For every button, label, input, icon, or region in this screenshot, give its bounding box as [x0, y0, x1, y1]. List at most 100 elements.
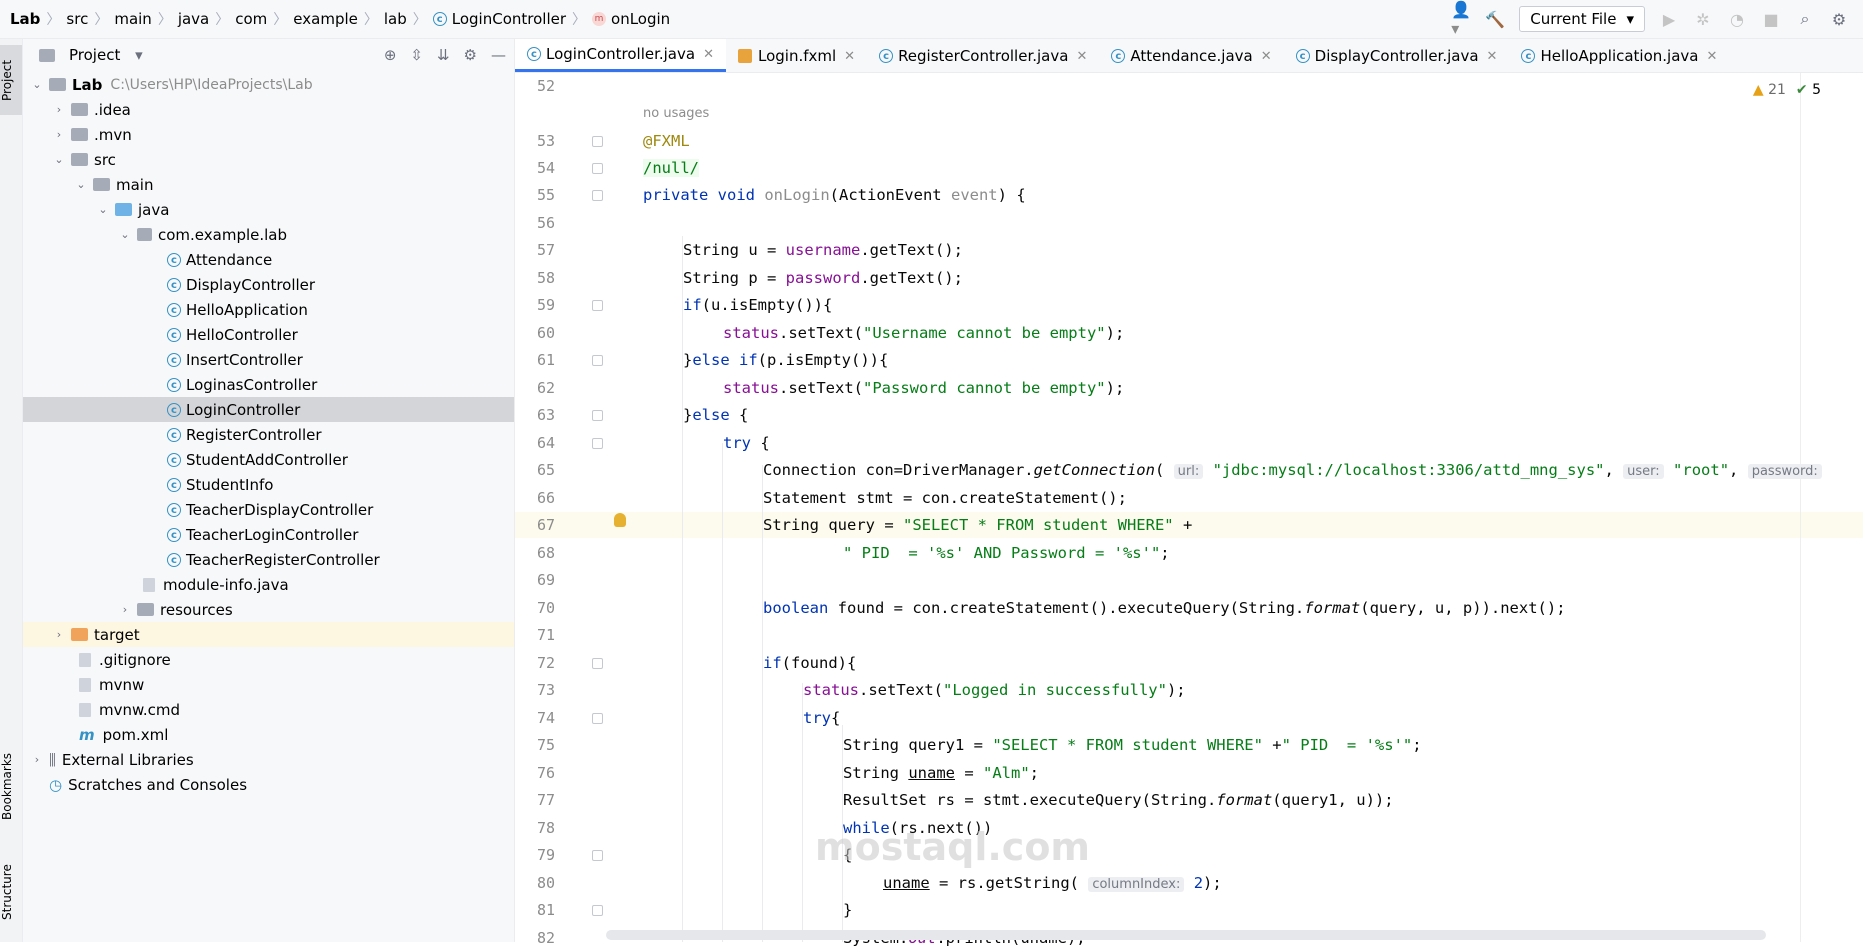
tree-item-package[interactable]: ⌄ com.example.lab — [23, 222, 514, 247]
tree-item-mvnw[interactable]: mvnw — [23, 672, 514, 697]
fold-marker-icon[interactable] — [592, 136, 603, 147]
code-line[interactable]: String query = "SELECT * FROM student WH… — [763, 516, 1192, 534]
inspection-widget[interactable]: ▲ 21 ✔ 5 — [1753, 82, 1821, 98]
tree-item-class[interactable]: c InsertController — [23, 347, 514, 372]
tree-item-class[interactable]: c HelloApplication — [23, 297, 514, 322]
breadcrumb-item-src[interactable]: src — [66, 10, 88, 28]
code-line[interactable]: Statement stmt = con.createStatement(); — [763, 489, 1127, 507]
fold-marker-icon[interactable] — [592, 438, 603, 449]
code-line[interactable]: private void onLogin(ActionEvent event) … — [643, 186, 1026, 204]
fold-marker-icon[interactable] — [592, 163, 603, 174]
breadcrumb-item-method[interactable]: m onLogin — [592, 10, 670, 28]
code-line[interactable]: if(found){ — [763, 654, 856, 672]
tab-hello-application[interactable]: c HelloApplication.java ✕ — [1509, 40, 1729, 72]
breadcrumb-item-class[interactable]: c LoginController — [432, 10, 566, 28]
breadcrumb-item-example[interactable]: example — [293, 10, 358, 28]
tree-item-class-selected[interactable]: c LoginController — [23, 397, 514, 422]
chevron-right-icon[interactable]: › — [51, 103, 67, 116]
tree-item-external-libraries[interactable]: › ⫼ External Libraries — [23, 747, 514, 772]
tree-item-class[interactable]: c TeacherLoginController — [23, 522, 514, 547]
close-icon[interactable]: ✕ — [703, 47, 714, 62]
chevron-down-icon[interactable]: ⌄ — [117, 228, 133, 241]
code-line[interactable]: status.setText("Username cannot be empty… — [723, 324, 1124, 342]
tree-item-mvnw-cmd[interactable]: mvnw.cmd — [23, 697, 514, 722]
fold-marker-icon[interactable] — [592, 850, 603, 861]
expand-all-icon[interactable]: ⇳ — [410, 46, 423, 64]
tool-tab-bookmarks[interactable]: Bookmarks — [0, 739, 22, 834]
tree-item-class[interactable]: c StudentInfo — [23, 472, 514, 497]
chevron-right-icon[interactable]: › — [51, 128, 67, 141]
run-icon[interactable]: ▶ — [1659, 9, 1679, 29]
chevron-down-icon[interactable]: ⌄ — [29, 78, 45, 91]
breadcrumb-item-project[interactable]: Lab — [10, 10, 40, 28]
tree-item-class[interactable]: c DisplayController — [23, 272, 514, 297]
tree-item-gitignore[interactable]: .gitignore — [23, 647, 514, 672]
tree-item-resources[interactable]: › resources — [23, 597, 514, 622]
tree-item-class[interactable]: c StudentAddController — [23, 447, 514, 472]
search-icon[interactable]: ⌕ — [1795, 9, 1815, 29]
tree-item-class[interactable]: c TeacherRegisterController — [23, 547, 514, 572]
chevron-right-icon[interactable]: › — [117, 603, 133, 616]
hide-icon[interactable]: — — [491, 46, 506, 64]
breadcrumb-item-main[interactable]: main — [114, 10, 151, 28]
code-line[interactable]: Connection con=DriverManager.getConnecti… — [763, 461, 1822, 479]
tree-item-class[interactable]: c LoginasController — [23, 372, 514, 397]
tool-tab-structure[interactable]: Structure — [0, 851, 22, 933]
close-icon[interactable]: ✕ — [1076, 49, 1087, 64]
chevron-down-icon[interactable]: ⌄ — [95, 203, 111, 216]
breadcrumb-item-lab[interactable]: lab — [384, 10, 407, 28]
code-line[interactable]: boolean found = con.createStatement().ex… — [763, 599, 1566, 617]
locate-icon[interactable]: ⊕ — [384, 46, 397, 64]
tree-item-idea[interactable]: › .idea — [23, 97, 514, 122]
lightbulb-icon[interactable] — [614, 513, 626, 527]
chevron-right-icon[interactable]: › — [51, 628, 67, 641]
code-line[interactable]: try{ — [803, 709, 840, 727]
coverage-icon[interactable]: ◔ — [1727, 9, 1747, 29]
tab-login-controller[interactable]: c LoginController.java ✕ — [515, 39, 726, 72]
tab-display-controller[interactable]: c DisplayController.java ✕ — [1284, 40, 1510, 72]
fold-marker-icon[interactable] — [592, 355, 603, 366]
fold-marker-icon[interactable] — [592, 905, 603, 916]
horizontal-scrollbar[interactable] — [606, 930, 1766, 940]
code-line[interactable]: status.setText("Password cannot be empty… — [723, 379, 1124, 397]
usages-hint[interactable]: no usages — [643, 106, 709, 121]
code-line[interactable]: String query1 = "SELECT * FROM student W… — [843, 736, 1422, 754]
debug-icon[interactable]: ✲ — [1693, 9, 1713, 29]
code-line[interactable]: String uname = "Alm"; — [843, 764, 1039, 782]
close-icon[interactable]: ✕ — [1487, 49, 1498, 64]
fold-marker-icon[interactable] — [592, 713, 603, 724]
tree-item-class[interactable]: c HelloController — [23, 322, 514, 347]
tree-item-class[interactable]: c Attendance — [23, 247, 514, 272]
tree-item-src[interactable]: ⌄ src — [23, 147, 514, 172]
settings-icon[interactable]: ⚙ — [1829, 9, 1849, 29]
tree-item-class[interactable]: c RegisterController — [23, 422, 514, 447]
warnings-indicator[interactable]: ▲ 21 — [1753, 82, 1786, 98]
tree-item-class[interactable]: c TeacherDisplayController — [23, 497, 514, 522]
fold-marker-icon[interactable] — [592, 190, 603, 201]
code-line[interactable]: status.setText("Logged in successfully")… — [803, 681, 1186, 699]
tree-item-root[interactable]: ⌄ Lab C:\Users\HP\IdeaProjects\Lab — [23, 72, 514, 97]
collapse-all-icon[interactable]: ⇊ — [437, 46, 450, 64]
code-line[interactable]: }else if(p.isEmpty()){ — [683, 351, 888, 369]
fold-marker-icon[interactable] — [592, 410, 603, 421]
build-hammer-icon[interactable]: 🔨 — [1485, 9, 1505, 29]
close-icon[interactable]: ✕ — [1261, 49, 1272, 64]
fold-marker-icon[interactable] — [592, 658, 603, 669]
close-icon[interactable]: ✕ — [1706, 49, 1717, 64]
chevron-down-icon[interactable]: ⌄ — [51, 153, 67, 166]
run-configuration-select[interactable]: Current File ▾ — [1519, 6, 1645, 32]
chevron-right-icon[interactable]: › — [29, 753, 45, 766]
close-icon[interactable]: ✕ — [844, 49, 855, 64]
fold-marker-icon[interactable] — [592, 300, 603, 311]
breadcrumb-item-java[interactable]: java — [178, 10, 209, 28]
tab-attendance[interactable]: c Attendance.java ✕ — [1099, 40, 1283, 72]
code-line[interactable]: if(u.isEmpty()){ — [683, 296, 832, 314]
checks-indicator[interactable]: ✔ 5 — [1796, 82, 1821, 98]
user-icon[interactable]: 👤▾ — [1451, 0, 1471, 38]
tree-item-module-info[interactable]: module-info.java — [23, 572, 514, 597]
gear-icon[interactable]: ⚙ — [464, 46, 477, 64]
code-line[interactable]: uname = rs.getString( columnIndex: 2); — [883, 874, 1222, 892]
code-line[interactable]: } — [843, 901, 852, 919]
breadcrumb-item-com[interactable]: com — [235, 10, 267, 28]
code-line[interactable]: String u = username.getText(); — [683, 241, 963, 259]
